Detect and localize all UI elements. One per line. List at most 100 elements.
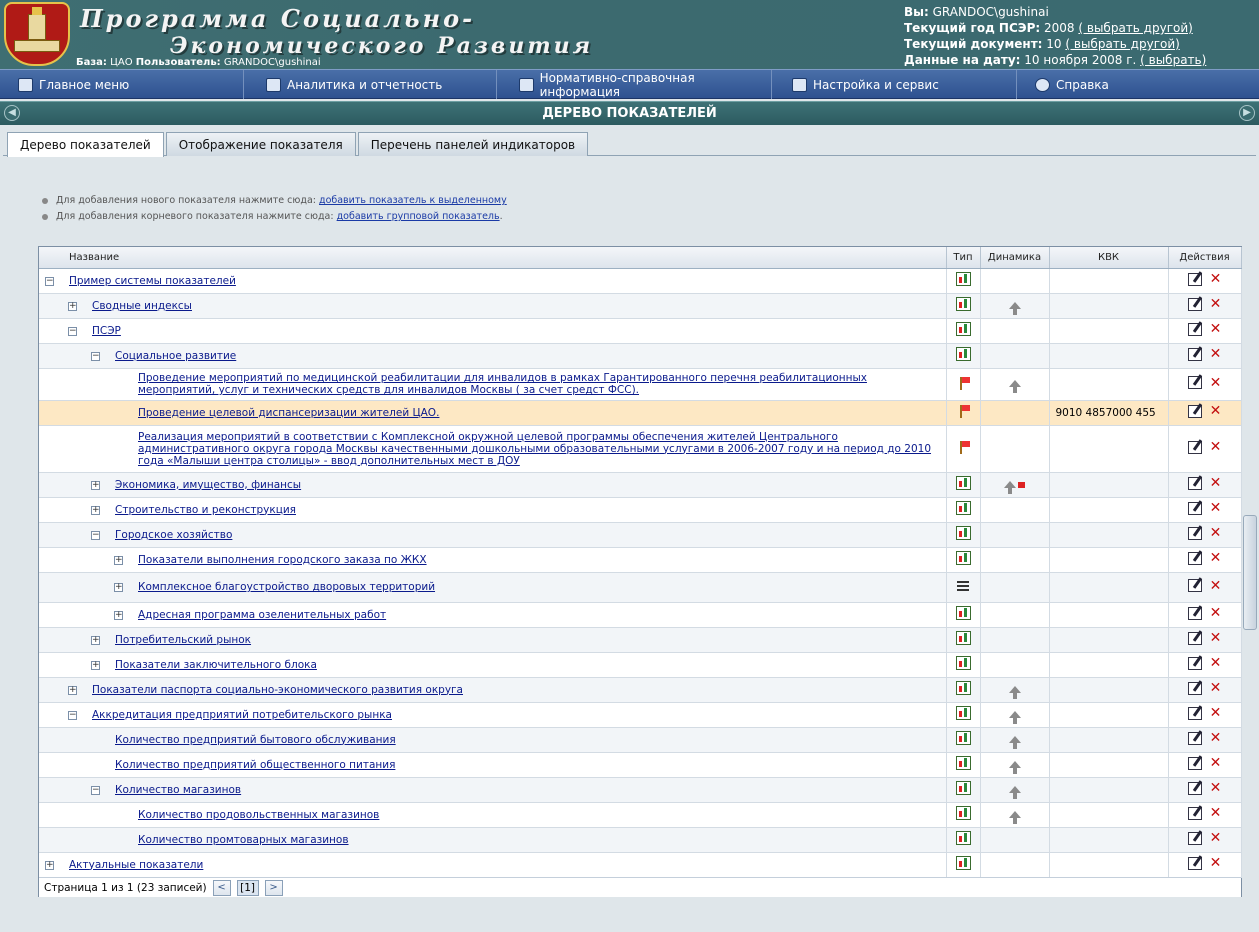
- expand-icon[interactable]: +: [91, 480, 100, 490]
- edit-icon[interactable]: [1187, 272, 1202, 286]
- indicator-link[interactable]: Проведение целевой диспансеризации жител…: [138, 407, 942, 419]
- indicator-link[interactable]: ПСЭР: [92, 325, 942, 337]
- expand-icon[interactable]: +: [45, 860, 54, 870]
- table-row[interactable]: − Аккредитация предприятий потребительско…: [39, 702, 1242, 728]
- indicator-link[interactable]: Количество промтоварных магазинов: [138, 834, 942, 846]
- edit-icon[interactable]: [1187, 404, 1202, 418]
- edit-icon[interactable]: [1187, 347, 1202, 361]
- menu-settings[interactable]: Настройка и сервис: [772, 70, 1017, 99]
- indicator-link[interactable]: Городское хозяйство: [115, 529, 942, 541]
- delete-icon[interactable]: ✕: [1210, 404, 1222, 418]
- delete-icon[interactable]: ✕: [1210, 501, 1222, 515]
- table-row[interactable]: + Показатели выполнения городского заказа…: [39, 547, 1242, 573]
- choose-doc-link[interactable]: ( выбрать другой): [1065, 37, 1179, 51]
- edit-icon[interactable]: [1187, 322, 1202, 336]
- delete-icon[interactable]: ✕: [1210, 731, 1222, 745]
- table-row[interactable]: Проведение целевой диспансеризации жител…: [39, 400, 1242, 426]
- edit-icon[interactable]: [1187, 706, 1202, 720]
- prev-page-button[interactable]: <: [212, 879, 231, 896]
- add-child-indicator-link[interactable]: добавить показатель к выделенному: [319, 195, 507, 206]
- collapse-icon[interactable]: −: [91, 530, 100, 540]
- menu-main[interactable]: Главное меню: [0, 70, 244, 99]
- delete-icon[interactable]: ✕: [1210, 579, 1222, 593]
- delete-icon[interactable]: ✕: [1210, 526, 1222, 540]
- edit-icon[interactable]: [1187, 526, 1202, 540]
- choose-date-link[interactable]: ( выбрать): [1140, 53, 1206, 67]
- delete-icon[interactable]: ✕: [1210, 856, 1222, 870]
- delete-icon[interactable]: ✕: [1210, 606, 1222, 620]
- edit-icon[interactable]: [1187, 731, 1202, 745]
- expand-icon[interactable]: +: [114, 610, 123, 620]
- indicator-link[interactable]: Показатели паспорта социально-экономичес…: [92, 684, 942, 696]
- expand-icon[interactable]: +: [114, 582, 123, 592]
- edit-icon[interactable]: [1187, 606, 1202, 620]
- menu-analytics[interactable]: Аналитика и отчетность: [244, 70, 497, 99]
- indicator-link[interactable]: Проведение мероприятий по медицинской ре…: [138, 372, 942, 396]
- delete-icon[interactable]: ✕: [1210, 440, 1222, 454]
- edit-icon[interactable]: [1187, 806, 1202, 820]
- expand-icon[interactable]: +: [68, 685, 77, 695]
- tab-panels-list[interactable]: Перечень панелей индикаторов: [357, 132, 589, 156]
- col-name-header[interactable]: Название: [39, 247, 947, 269]
- table-row[interactable]: − Социальное развитие ✕: [39, 343, 1242, 369]
- table-row[interactable]: + Адресная программа озеленительных работ…: [39, 602, 1242, 628]
- collapse-right-icon[interactable]: ▶: [1239, 105, 1255, 121]
- next-page-button[interactable]: >: [264, 879, 283, 896]
- indicator-link[interactable]: Количество предприятий общественного пит…: [115, 759, 942, 771]
- indicator-link[interactable]: Пример системы показателей: [69, 275, 942, 287]
- expand-icon[interactable]: +: [91, 635, 100, 645]
- indicator-link[interactable]: Показатели выполнения городского заказа …: [138, 554, 942, 566]
- indicator-link[interactable]: Потребительский рынок: [115, 634, 942, 646]
- edit-icon[interactable]: [1187, 856, 1202, 870]
- indicator-link[interactable]: Социальное развитие: [115, 350, 942, 362]
- expand-icon[interactable]: +: [68, 301, 77, 311]
- table-row[interactable]: + Актуальные показатели ✕: [39, 852, 1242, 878]
- table-row[interactable]: − Пример системы показателей ✕: [39, 268, 1242, 294]
- table-row[interactable]: + Комплексное благоустройство дворовых те…: [39, 572, 1242, 603]
- delete-icon[interactable]: ✕: [1210, 806, 1222, 820]
- table-row[interactable]: + Строительство и реконструкция ✕: [39, 497, 1242, 523]
- table-row[interactable]: − Городское хозяйство ✕: [39, 522, 1242, 548]
- expand-icon[interactable]: +: [114, 555, 123, 565]
- col-dynamics-header[interactable]: Динамика: [980, 247, 1050, 269]
- edit-icon[interactable]: [1187, 656, 1202, 670]
- menu-reference[interactable]: Нормативно-справочная информация: [497, 70, 772, 99]
- delete-icon[interactable]: ✕: [1210, 656, 1222, 670]
- indicator-link[interactable]: Количество магазинов: [115, 784, 942, 796]
- delete-icon[interactable]: ✕: [1210, 706, 1222, 720]
- collapse-left-icon[interactable]: ◀: [4, 105, 20, 121]
- collapse-icon[interactable]: −: [91, 785, 100, 795]
- side-scroll-handle[interactable]: [1243, 515, 1257, 630]
- indicator-link[interactable]: Количество предприятий бытового обслужив…: [115, 734, 942, 746]
- edit-icon[interactable]: [1187, 376, 1202, 389]
- menu-help[interactable]: Справка: [1017, 70, 1259, 99]
- edit-icon[interactable]: [1187, 781, 1202, 795]
- table-row[interactable]: + Показатели заключительного блока ✕: [39, 652, 1242, 678]
- delete-icon[interactable]: ✕: [1210, 347, 1222, 361]
- table-row[interactable]: − ПСЭР ✕: [39, 318, 1242, 344]
- delete-icon[interactable]: ✕: [1210, 376, 1222, 390]
- indicator-link[interactable]: Сводные индексы: [92, 300, 942, 312]
- indicator-link[interactable]: Экономика, имущество, финансы: [115, 479, 942, 491]
- table-row[interactable]: Проведение мероприятий по медицинской ре…: [39, 368, 1242, 401]
- page-number-button[interactable]: [1]: [236, 879, 259, 896]
- collapse-icon[interactable]: −: [68, 326, 77, 336]
- edit-icon[interactable]: [1187, 831, 1202, 845]
- table-row[interactable]: − Количество магазинов ✕: [39, 777, 1242, 803]
- delete-icon[interactable]: ✕: [1210, 631, 1222, 645]
- indicator-link[interactable]: Адресная программа озеленительных работ: [138, 609, 942, 621]
- expand-icon[interactable]: +: [91, 660, 100, 670]
- delete-icon[interactable]: ✕: [1210, 681, 1222, 695]
- indicator-link[interactable]: Количество продовольственных магазинов: [138, 809, 942, 821]
- edit-icon[interactable]: [1187, 631, 1202, 645]
- table-row[interactable]: + Потребительский рынок ✕: [39, 627, 1242, 653]
- delete-icon[interactable]: ✕: [1210, 551, 1222, 565]
- delete-icon[interactable]: ✕: [1210, 322, 1222, 336]
- choose-year-link[interactable]: ( выбрать другой): [1078, 21, 1192, 35]
- delete-icon[interactable]: ✕: [1210, 476, 1222, 490]
- edit-icon[interactable]: [1187, 551, 1202, 565]
- collapse-icon[interactable]: −: [68, 710, 77, 720]
- edit-icon[interactable]: [1187, 501, 1202, 515]
- indicator-link[interactable]: Строительство и реконструкция: [115, 504, 942, 516]
- indicator-link[interactable]: Комплексное благоустройство дворовых тер…: [138, 581, 942, 593]
